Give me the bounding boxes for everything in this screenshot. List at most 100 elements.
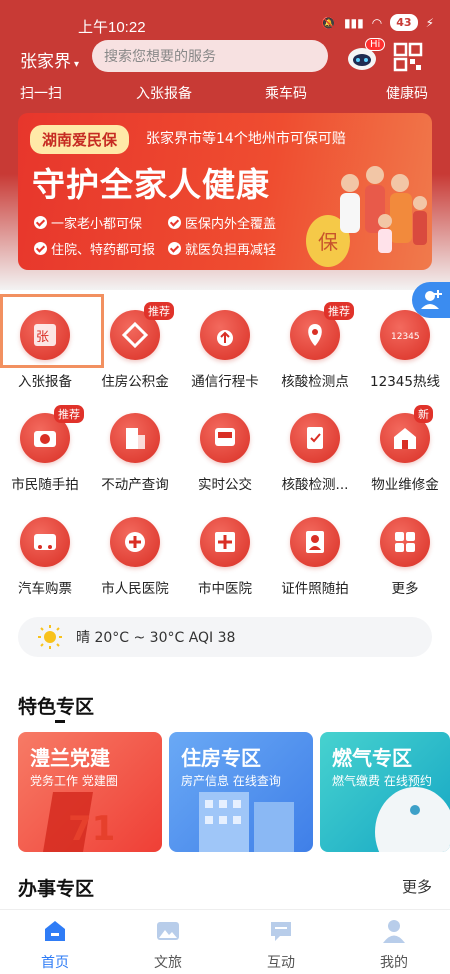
ticket-icon [20, 517, 70, 567]
banner-feature: 医保内外全覆盖 [168, 213, 276, 232]
svg-text:12345: 12345 [391, 332, 419, 342]
selection-highlight [0, 294, 104, 368]
weather-text: 晴 20°C ~ 30°C AQI 38 [76, 630, 236, 646]
id-photo-icon [290, 517, 340, 567]
charging-icon: ⚡ [425, 15, 434, 30]
bottom-navigation: 首页 文旅 互动 我的 [0, 909, 450, 974]
service-item[interactable]: 更多 [360, 507, 450, 597]
service-badge: 推荐 [54, 405, 84, 423]
service-label: 物业维修金 [371, 477, 439, 493]
service-label: 实时公交 [198, 477, 252, 493]
service-label: 汽车购票 [18, 581, 72, 597]
service-item[interactable]: 市人民医院 [90, 507, 180, 597]
service-badge: 新 [414, 405, 433, 423]
service-item[interactable]: 推荐核酸检测点 [270, 300, 360, 390]
landscape-icon [157, 922, 179, 940]
test-result-icon [290, 413, 340, 463]
special-section-title: 特色专区 [18, 696, 95, 718]
quick-report[interactable]: 入张报备 [136, 83, 192, 103]
svg-text:71: 71 [68, 809, 115, 849]
battery-icon: 43 [390, 14, 418, 31]
service-label: 市民随手拍 [11, 477, 79, 493]
title-underline [55, 720, 65, 723]
card-gas[interactable]: 燃气专区 燃气缴费 在线预约 [320, 732, 450, 852]
banner-feature: 一家老小都可保 [34, 213, 142, 232]
service-label: 市人民医院 [101, 581, 169, 597]
quick-bus-code[interactable]: 乘车码 [265, 83, 307, 103]
party-emblem-icon: 71 [43, 792, 115, 852]
banner-title: 守护全家人健康 [32, 165, 270, 204]
service-item[interactable]: 12345 12345热线 [360, 300, 450, 390]
service-badge: 推荐 [324, 302, 354, 320]
service-item[interactable]: 推荐市民随手拍 [0, 403, 90, 493]
office-section-title: 办事专区 [18, 878, 95, 900]
service-label: 更多 [391, 581, 419, 597]
quick-action-bar: 扫一扫 入张报备 乘车码 健康码 [0, 80, 450, 104]
tcm-hospital-icon [200, 517, 250, 567]
search-input[interactable]: 搜索您想要的服务 [92, 40, 328, 72]
service-item[interactable]: 不动产查询 [90, 403, 180, 493]
signal-icon: ▮▮▮ [343, 15, 364, 30]
service-item[interactable]: 实时公交 [180, 403, 270, 493]
service-label: 通信行程卡 [191, 374, 259, 390]
status-bar: 上午10:22 🔕 ▮▮▮ ◠ 43 ⚡ [0, 0, 450, 40]
building-icon [199, 792, 294, 852]
check-icon [34, 216, 47, 229]
quick-scan[interactable]: 扫一扫 [20, 83, 62, 103]
nav-interaction[interactable]: 互动 [241, 918, 321, 972]
promo-banner[interactable]: 湖南爱民保 张家界市等14个地州市可保可赔 守护全家人健康 一家老小都可保 医保… [18, 113, 432, 270]
svg-text:保: 保 [318, 230, 338, 254]
service-label: 核酸检测点 [281, 374, 349, 390]
status-time: 上午10:22 [78, 19, 146, 36]
search-placeholder: 搜索您想要的服务 [104, 49, 216, 65]
city-label: 张家界 [20, 52, 71, 72]
card-party-building[interactable]: 澧兰党建 党务工作 党建圈 71 [18, 732, 162, 852]
hotline-icon: 12345 [380, 310, 430, 360]
status-icons: 🔕 ▮▮▮ ◠ 43 ⚡ [321, 14, 434, 31]
trip-card-icon [200, 310, 250, 360]
service-label: 入张报备 [18, 374, 72, 390]
nav-label: 文旅 [154, 955, 182, 971]
nav-label: 互动 [267, 955, 295, 971]
card-housing[interactable]: 住房专区 房产信息 在线查询 [169, 732, 313, 852]
check-icon [168, 242, 181, 255]
mute-icon: 🔕 [321, 15, 336, 30]
service-label: 市中医院 [198, 581, 252, 597]
nav-home[interactable]: 首页 [15, 918, 95, 972]
chevron-down-icon: ▾ [74, 59, 80, 70]
qr-code-icon[interactable] [393, 42, 423, 72]
city-selector[interactable]: 张家界 ▾ [20, 47, 79, 72]
service-item[interactable]: 市中医院 [180, 507, 270, 597]
family-illustration: 保 [306, 166, 427, 267]
office-more-link[interactable]: 更多 [402, 876, 432, 897]
service-label: 不动产查询 [101, 477, 169, 493]
building-icon [110, 413, 160, 463]
top-bar: 张家界 ▾ 搜索您想要的服务 Hi [0, 38, 450, 80]
check-icon [34, 242, 47, 255]
service-label: 证件照随拍 [281, 581, 349, 597]
user-icon [383, 920, 405, 943]
check-icon [168, 216, 181, 229]
service-item[interactable]: 通信行程卡 [180, 300, 270, 390]
service-badge: 推荐 [144, 302, 174, 320]
nav-profile[interactable]: 我的 [354, 918, 434, 972]
service-item[interactable]: 核酸检测... [270, 403, 360, 493]
banner-feature: 住院、特药都可报 [34, 239, 155, 258]
banner-feature: 就医负担再减轻 [168, 239, 276, 258]
nav-culture-travel[interactable]: 文旅 [128, 918, 208, 972]
sun-icon [38, 625, 62, 649]
banner-subtitle: 张家界市等14个地州市可保可赔 [146, 131, 346, 147]
service-label: 住房公积金 [101, 374, 169, 390]
gas-tank-icon [375, 787, 450, 852]
more-grid-icon [380, 517, 430, 567]
service-label: 核酸检测... [281, 477, 349, 493]
chat-icon [271, 922, 291, 941]
service-item[interactable]: 汽车购票 [0, 507, 90, 597]
hospital-icon [110, 517, 160, 567]
weather-bar[interactable]: 晴 20°C ~ 30°C AQI 38 [18, 617, 432, 657]
service-item[interactable]: 新物业维修金 [360, 403, 450, 493]
home-icon [45, 921, 65, 941]
quick-health-code[interactable]: 健康码 [386, 83, 428, 103]
robot-badge: Hi [365, 38, 386, 51]
service-item[interactable]: 证件照随拍 [270, 507, 360, 597]
